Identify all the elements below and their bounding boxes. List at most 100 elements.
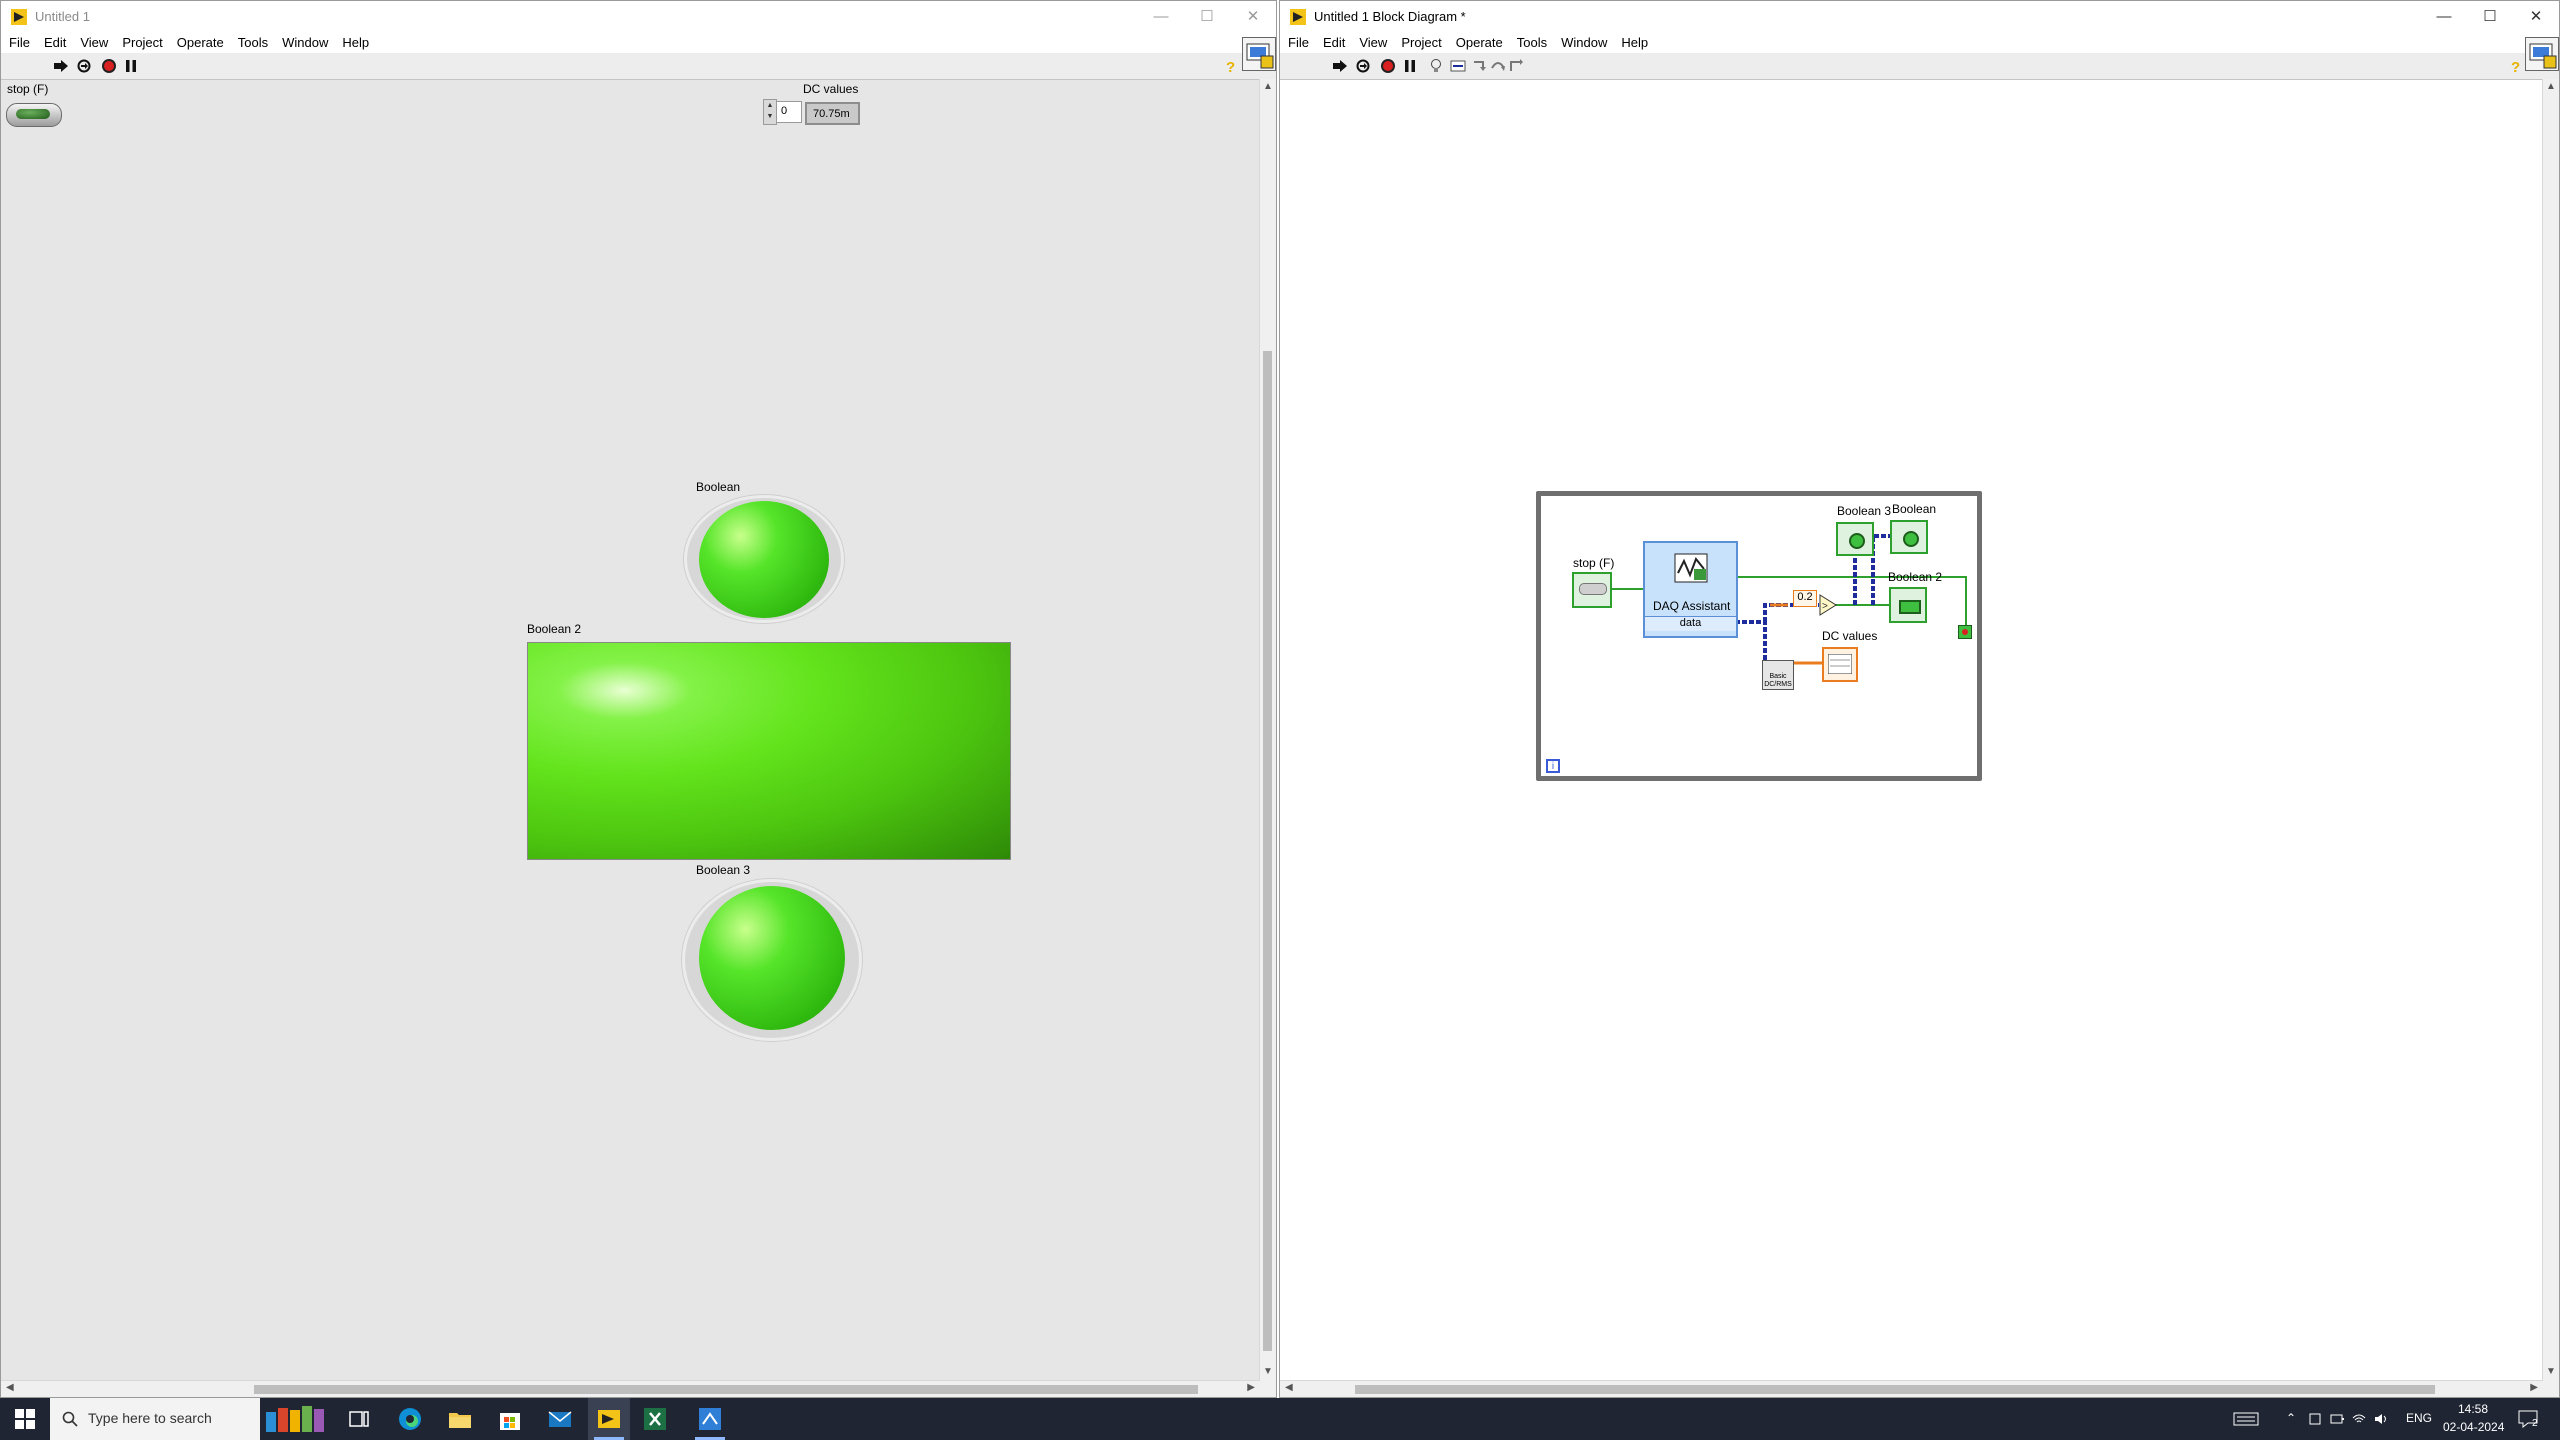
boolean-2-label: Boolean 2 xyxy=(527,622,582,636)
maximize-icon[interactable]: ☐ xyxy=(2467,1,2513,33)
maximize-icon[interactable]: ☐ xyxy=(1184,1,1230,33)
front-panel-toolbar: ? xyxy=(1,53,1276,80)
bd-boolean-3-label: Boolean 3 xyxy=(1837,504,1892,518)
menu-edit[interactable]: Edit xyxy=(1323,33,1345,53)
dc-values-terminal[interactable] xyxy=(1822,647,1858,682)
array-index-value: 0 xyxy=(781,105,788,117)
menu-help[interactable]: Help xyxy=(1621,33,1648,53)
menu-view[interactable]: View xyxy=(80,33,108,53)
menu-window[interactable]: Window xyxy=(1561,33,1607,53)
battery-icon[interactable] xyxy=(2330,1412,2344,1426)
close-icon[interactable]: ✕ xyxy=(1230,1,1276,33)
basic-dc-rms-label: Basic DC/RMS xyxy=(1764,673,1792,688)
excel-icon[interactable] xyxy=(642,1406,668,1432)
boolean-terminal[interactable] xyxy=(1890,520,1928,554)
menu-project[interactable]: Project xyxy=(122,33,162,53)
boolean-2-led[interactable] xyxy=(527,642,1011,860)
abort-icon[interactable] xyxy=(1380,58,1396,74)
boolean-3-led[interactable] xyxy=(682,879,862,1041)
array-index-display[interactable]: 0 xyxy=(776,101,802,123)
menu-operate[interactable]: Operate xyxy=(1456,33,1503,53)
usb-device-icon[interactable] xyxy=(2308,1412,2322,1426)
step-out-icon[interactable] xyxy=(1508,58,1524,74)
menu-view[interactable]: View xyxy=(1359,33,1387,53)
boolean-2-terminal[interactable] xyxy=(1889,587,1927,623)
mail-icon[interactable] xyxy=(547,1406,573,1432)
books-icon[interactable] xyxy=(262,1406,336,1432)
notification-count: 2 xyxy=(2532,1418,2538,1429)
svg-text:?: ? xyxy=(2511,59,2520,74)
run-continuously-icon[interactable] xyxy=(76,58,92,74)
boolean-3-terminal[interactable] xyxy=(1836,522,1874,556)
boolean-led[interactable] xyxy=(684,495,844,623)
highlight-execution-icon[interactable] xyxy=(1428,58,1444,74)
block-diagram-menubar: File Edit View Project Operate Tools Window Hel… xyxy=(1280,33,2559,53)
greater-than-icon[interactable]: > xyxy=(1819,594,1837,616)
help-icon[interactable]: ? xyxy=(2508,58,2524,74)
bd-boolean-2-label: Boolean 2 xyxy=(1888,570,1943,584)
stop-control-terminal[interactable] xyxy=(1572,572,1612,608)
array-index-stepper[interactable]: ▲ ▼ xyxy=(763,99,777,125)
step-into-icon[interactable] xyxy=(1472,58,1488,74)
front-panel-vertical-scrollbar[interactable]: ▲ ▼ xyxy=(1259,79,1276,1397)
show-hidden-icons-icon[interactable]: ⌃ xyxy=(2286,1411,2296,1425)
block-diagram-vertical-scrollbar[interactable]: ▲ ▼ xyxy=(2542,79,2559,1397)
menu-tools[interactable]: Tools xyxy=(238,33,268,53)
loop-condition-terminal[interactable] xyxy=(1958,625,1972,639)
minimize-icon[interactable]: — xyxy=(1138,1,1184,33)
vi-connector-icon[interactable] xyxy=(1242,37,1276,71)
menu-window[interactable]: Window xyxy=(282,33,328,53)
clock-date[interactable]: 02-04-2024 xyxy=(2443,1420,2504,1434)
menu-file[interactable]: File xyxy=(1288,33,1309,53)
retain-wire-values-icon[interactable] xyxy=(1450,58,1466,74)
pause-icon[interactable] xyxy=(1402,58,1418,74)
run-arrow-icon[interactable] xyxy=(1332,58,1348,74)
file-explorer-icon[interactable] xyxy=(447,1406,473,1432)
task-view-icon[interactable] xyxy=(346,1406,372,1432)
keyboard-layout-icon[interactable] xyxy=(2233,1412,2259,1426)
front-panel-menubar: File Edit View Project Operate Tools Window Hel… xyxy=(1,33,1276,53)
abort-icon[interactable] xyxy=(101,58,117,74)
menu-file[interactable]: File xyxy=(9,33,30,53)
labview-block-diagram-taskbar[interactable] xyxy=(689,1398,731,1440)
daq-assistant-label: DAQ Assistant xyxy=(1653,599,1731,613)
search-icon xyxy=(62,1411,78,1427)
minimize-icon[interactable]: — xyxy=(2421,1,2467,33)
run-continuously-icon[interactable] xyxy=(1355,58,1371,74)
network-icon[interactable] xyxy=(2352,1412,2366,1426)
front-panel-horizontal-scrollbar[interactable]: ◀ ▶ xyxy=(1,1380,1260,1397)
language-indicator[interactable]: ENG xyxy=(2406,1411,2432,1425)
menu-project[interactable]: Project xyxy=(1401,33,1441,53)
stop-button[interactable] xyxy=(6,103,62,127)
clock-time[interactable]: 14:58 xyxy=(2458,1402,2488,1416)
block-diagram-title: Untitled 1 Block Diagram * xyxy=(1314,9,1466,24)
daq-data-output[interactable]: data xyxy=(1645,616,1736,631)
help-icon[interactable]: ? xyxy=(1223,58,1239,74)
pause-icon[interactable] xyxy=(123,58,139,74)
menu-operate[interactable]: Operate xyxy=(177,33,224,53)
menu-edit[interactable]: Edit xyxy=(44,33,66,53)
windows-start-icon[interactable] xyxy=(12,1406,38,1432)
block-diagram-horizontal-scrollbar[interactable]: ◀ ▶ xyxy=(1280,1380,2543,1397)
labview-taskbar-active[interactable] xyxy=(588,1398,630,1440)
menu-tools[interactable]: Tools xyxy=(1517,33,1547,53)
microsoft-store-icon[interactable] xyxy=(497,1406,523,1432)
numeric-constant[interactable]: 0.2 xyxy=(1793,590,1817,607)
block-diagram-titlebar[interactable]: Untitled 1 Block Diagram * — ☐ ✕ xyxy=(1280,1,2559,33)
dc-values-label: DC values xyxy=(803,82,859,96)
close-icon[interactable]: ✕ xyxy=(2513,1,2559,33)
labview-app-icon xyxy=(11,9,27,25)
run-arrow-icon[interactable] xyxy=(53,58,69,74)
vi-connector-icon[interactable] xyxy=(2525,37,2559,71)
menu-help[interactable]: Help xyxy=(342,33,369,53)
front-panel-titlebar[interactable]: Untitled 1 — ☐ ✕ xyxy=(1,1,1276,33)
block-diagram-app-icon xyxy=(699,1408,721,1430)
volume-icon[interactable] xyxy=(2374,1412,2388,1426)
basic-dc-rms-node[interactable]: Basic DC/RMS xyxy=(1762,660,1794,690)
daq-assistant-node[interactable]: DAQ Assistant data xyxy=(1643,541,1738,638)
step-over-icon[interactable] xyxy=(1490,58,1506,74)
edge-browser-icon[interactable] xyxy=(397,1406,423,1432)
bd-boolean-label: Boolean xyxy=(1892,502,1937,516)
iteration-terminal: i xyxy=(1546,759,1560,773)
taskbar-search-box[interactable]: Type here to search xyxy=(50,1398,260,1440)
